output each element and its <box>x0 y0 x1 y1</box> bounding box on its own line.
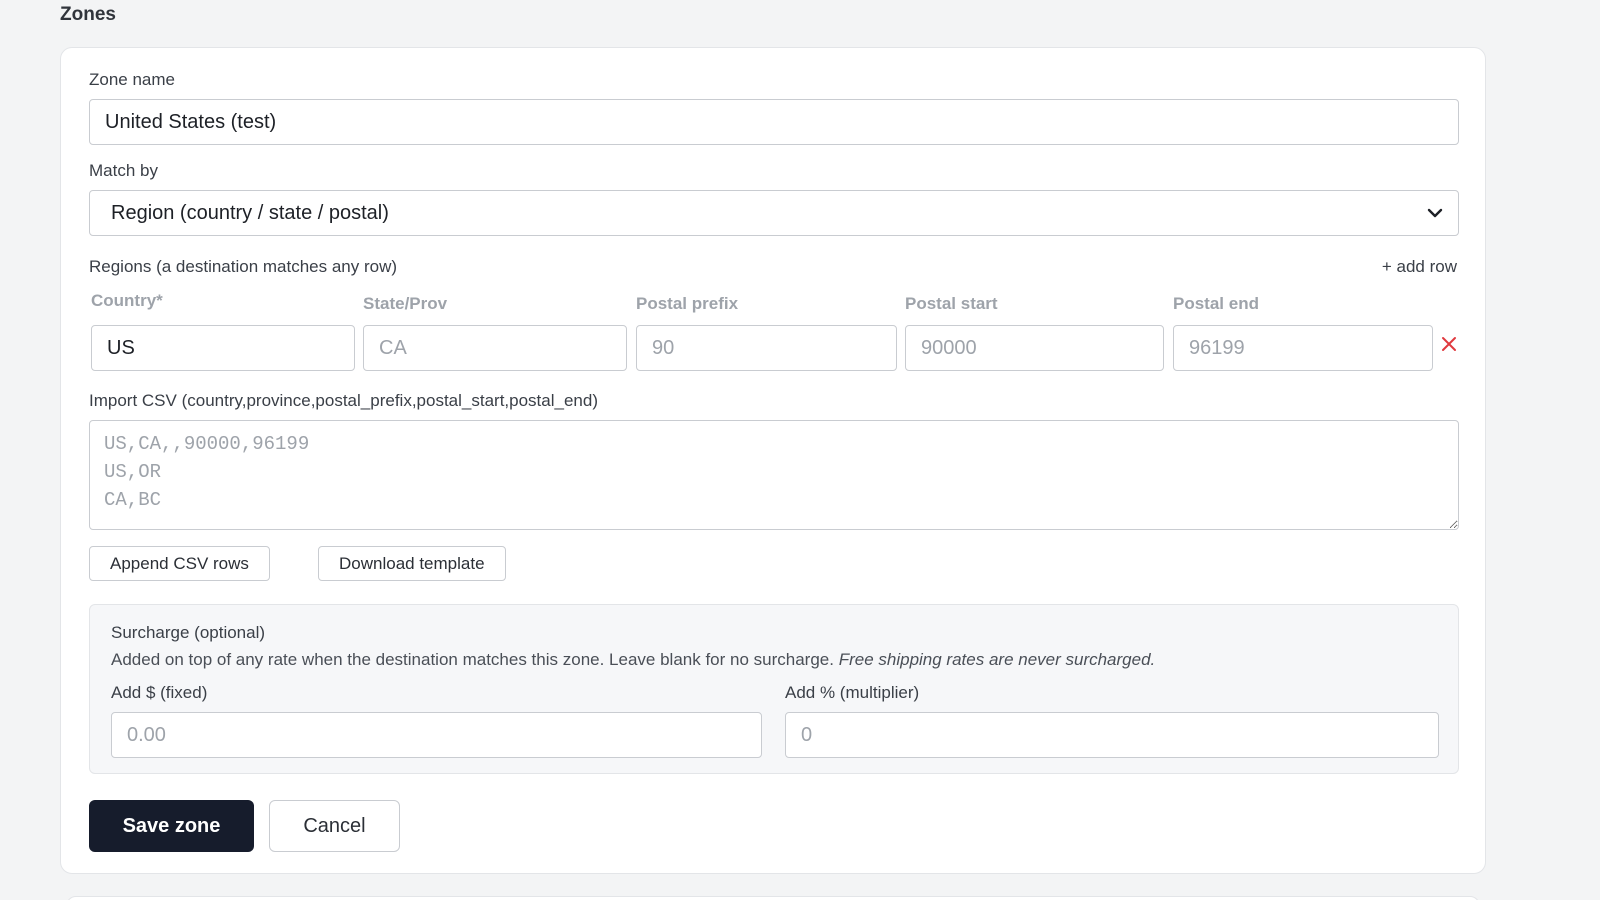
section-title: Zones <box>60 4 116 25</box>
next-card-edge <box>66 896 1480 900</box>
zone-form-card: Zone name Match by Region (country / sta… <box>60 47 1486 874</box>
percent-surcharge-label: Add % (multiplier) <box>785 683 920 702</box>
surcharge-description-text: Added on top of any rate when the destin… <box>111 650 834 669</box>
surcharge-description: Added on top of any rate when the destin… <box>111 650 1155 670</box>
state-column-label: State/Prov <box>363 294 448 313</box>
country-input[interactable] <box>91 325 355 371</box>
match-by-select[interactable]: Region (country / state / postal) <box>89 190 1459 236</box>
country-column-label: Country* <box>91 291 163 310</box>
zone-name-label: Zone name <box>89 70 175 89</box>
state-input[interactable] <box>363 325 627 371</box>
chevron-down-icon <box>1427 208 1443 218</box>
postal-end-column-label: Postal end <box>1173 294 1259 313</box>
postal-start-input[interactable] <box>905 325 1164 371</box>
close-icon[interactable] <box>1440 335 1458 353</box>
surcharge-title: Surcharge (optional) <box>111 623 266 642</box>
append-csv-button[interactable]: Append CSV rows <box>89 546 270 581</box>
postal-end-input[interactable] <box>1173 325 1433 371</box>
surcharge-description-note: Free shipping rates are never surcharged… <box>838 650 1156 669</box>
postal-prefix-input[interactable] <box>636 325 897 371</box>
postal-prefix-column-label: Postal prefix <box>636 294 739 313</box>
save-zone-button[interactable]: Save zone <box>89 800 254 852</box>
regions-label: Regions (a destination matches any row) <box>89 257 398 276</box>
csv-import-label: Import CSV (country,province,postal_pref… <box>89 391 598 410</box>
add-row-link[interactable]: + add row <box>1382 257 1457 277</box>
match-by-selected-value: Region (country / state / postal) <box>111 201 389 224</box>
fixed-surcharge-input[interactable] <box>111 712 762 758</box>
fixed-surcharge-label: Add $ (fixed) <box>111 683 208 702</box>
csv-import-textarea[interactable] <box>89 420 1459 530</box>
zone-name-input[interactable] <box>89 99 1459 145</box>
download-template-button[interactable]: Download template <box>318 546 506 581</box>
surcharge-panel: Surcharge (optional) Added on top of any… <box>89 604 1459 774</box>
match-by-label: Match by <box>89 161 158 180</box>
cancel-button[interactable]: Cancel <box>269 800 400 852</box>
percent-surcharge-input[interactable] <box>785 712 1439 758</box>
postal-start-column-label: Postal start <box>905 294 998 313</box>
